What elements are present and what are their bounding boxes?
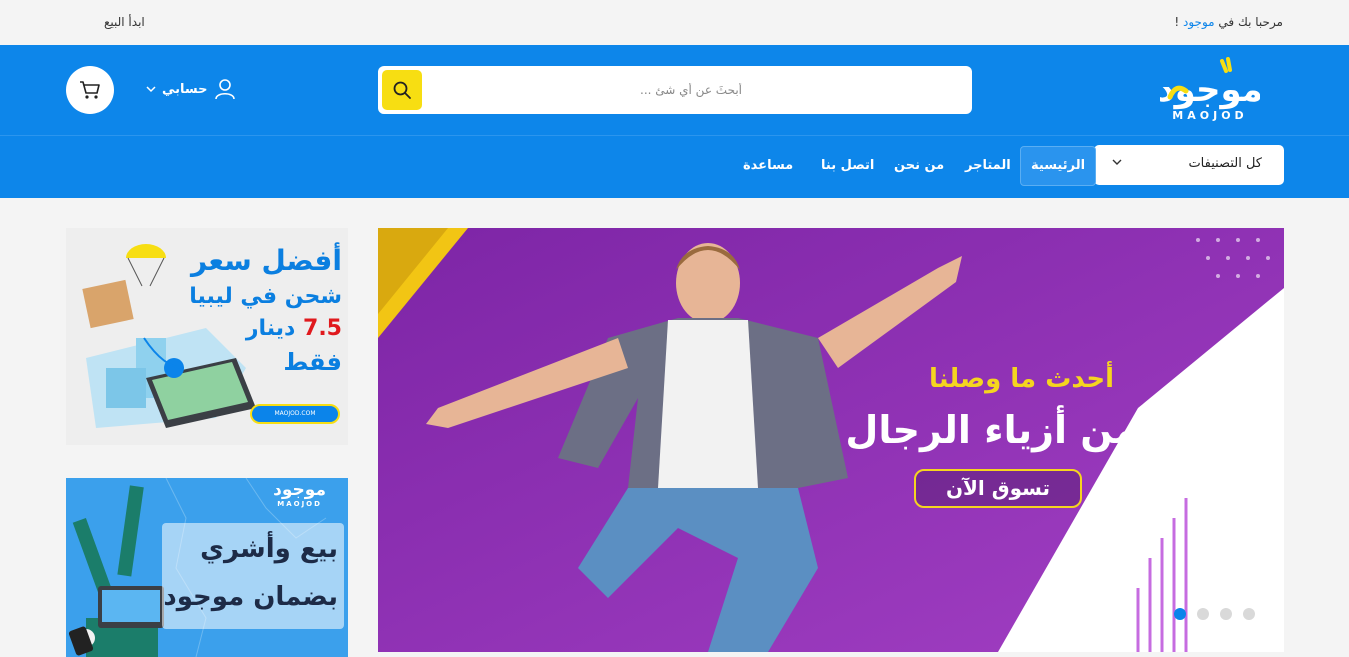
- shipping-currency: دينار: [245, 316, 296, 341]
- header: موجود MAOJOD حسابي: [0, 45, 1349, 135]
- cart-icon: [80, 81, 100, 99]
- sell-banner-logo-latin: MAOJOD: [277, 500, 322, 508]
- nav-item-contact[interactable]: اتصل بنا: [821, 158, 874, 173]
- start-selling-link[interactable]: ابدأ البيع: [104, 15, 145, 29]
- nav-item-home[interactable]: الرئيسية: [1020, 146, 1097, 186]
- hero-subheadline: من أزياء الرجال: [845, 408, 1138, 452]
- logo-latin: MAOJOD: [1172, 109, 1247, 122]
- shipping-url-badge: MAOJOD.COM: [250, 404, 340, 424]
- chevron-down-icon: [1112, 159, 1122, 165]
- shipping-subtitle: شحن في ليبيا: [189, 284, 342, 309]
- search-bar: [378, 66, 972, 114]
- shipping-price-line: 7.5 دينار: [246, 316, 342, 341]
- user-icon: [214, 79, 235, 100]
- logo-graphic: موجود MAOJOD: [1157, 57, 1263, 122]
- slider-dots: [1174, 608, 1255, 620]
- top-bar: مرحبا بك في موجود ! ابدأ البيع: [0, 0, 1349, 45]
- slider-dot-3[interactable]: [1220, 608, 1232, 620]
- search-button[interactable]: [382, 70, 422, 110]
- search-icon: [393, 81, 411, 99]
- account-menu[interactable]: حسابي: [146, 77, 236, 101]
- shop-now-button[interactable]: تسوق الآن: [914, 469, 1082, 508]
- category-select-label: كل التصنيفات: [1188, 156, 1262, 171]
- cart-button[interactable]: [66, 66, 114, 114]
- slider-dot-1[interactable]: [1174, 608, 1186, 620]
- hero-headline: أحدث ما وصلنا: [928, 364, 1114, 394]
- search-input[interactable]: [432, 66, 972, 114]
- shipping-only: فقط: [283, 348, 342, 376]
- welcome-text: مرحبا بك في: [1218, 15, 1283, 29]
- sell-banner-logo-text: موجود: [273, 480, 326, 500]
- nav-item-help[interactable]: مساعدة: [743, 158, 793, 173]
- category-select[interactable]: كل التصنيفات: [1094, 145, 1284, 185]
- sell-banner-logo: موجود MAOJOD: [273, 482, 326, 508]
- shipping-banner[interactable]: أفضل سعر شحن في ليبيا 7.5 دينار فقط MAOJ…: [66, 228, 348, 445]
- welcome-brand-link[interactable]: موجود: [1183, 15, 1215, 29]
- chevron-down-icon: [146, 86, 156, 93]
- sell-banner-subtitle: بضمان موجود: [163, 582, 338, 612]
- nav-item-about[interactable]: من نحن: [894, 158, 944, 173]
- welcome-message: مرحبا بك في موجود !: [1174, 15, 1283, 29]
- account-label: حسابي: [162, 81, 208, 97]
- site-logo[interactable]: موجود MAOJOD: [1157, 57, 1263, 125]
- shipping-price: 7.5: [303, 316, 342, 341]
- hero-background: [378, 228, 1284, 652]
- slider-dot-4[interactable]: [1243, 608, 1255, 620]
- welcome-suffix: !: [1174, 15, 1180, 29]
- nav-item-stores[interactable]: المتاجر: [965, 158, 1011, 173]
- sell-banner[interactable]: موجود MAOJOD بيع وأشري بضمان موجود: [66, 478, 348, 657]
- slider-dot-2[interactable]: [1197, 608, 1209, 620]
- shipping-title: أفضل سعر: [190, 244, 342, 277]
- sell-banner-title: بيع وأشري: [200, 534, 338, 564]
- hero-slider[interactable]: أحدث ما وصلنا من أزياء الرجال تسوق الآن: [378, 228, 1284, 652]
- main-nav: كل التصنيفات الرئيسية المتاجر من نحن اتص…: [0, 135, 1349, 198]
